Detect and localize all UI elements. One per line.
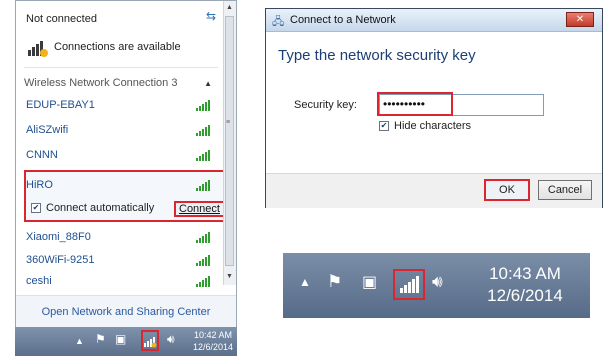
network-item[interactable]: EDUP-EBAY1	[24, 95, 216, 115]
scroll-down-icon[interactable]: ▼	[226, 273, 233, 280]
show-hidden-icons-icon[interactable]: ▲	[75, 336, 84, 346]
volume-icon[interactable]: 🔊︎	[432, 272, 443, 292]
connect-automatically-label: Connect automatically	[46, 202, 155, 214]
section-header-label: Wireless Network Connection 3	[24, 77, 178, 89]
network-item-selected[interactable]: HiRO	[24, 175, 216, 195]
volume-icon[interactable]: 🔊︎	[167, 332, 175, 347]
clock[interactable]: 10:43 AM 12/6/2014	[469, 263, 581, 307]
connect-button[interactable]: Connect	[174, 201, 225, 217]
network-item[interactable]: AliSZwifi	[24, 120, 216, 140]
clock-time: 10:42 AM	[193, 330, 233, 340]
connect-automatically-checkbox[interactable]: ✔	[31, 203, 41, 213]
signal-strength-icon	[196, 124, 210, 136]
network-tray-icon[interactable]	[143, 334, 157, 348]
open-network-sharing-center-link[interactable]: Open Network and Sharing Center	[16, 295, 236, 327]
dialog-title: Connect to a Network	[290, 14, 396, 26]
signal-strength-icon	[196, 254, 210, 266]
hide-characters-checkbox[interactable]: ✔	[379, 121, 389, 131]
divider	[24, 67, 218, 68]
security-key-label: Security key:	[294, 99, 357, 111]
taskbar: ▲ ⚑ ▣ 🔊︎ 10:42 AM 12/6/2014	[15, 327, 237, 356]
connection-status: Not connected	[26, 13, 97, 25]
network-item[interactable]: ceshi	[24, 273, 216, 289]
clock-date: 12/6/2014	[193, 342, 234, 352]
clock[interactable]: 10:42 AM 12/6/2014	[193, 329, 233, 353]
scroll-thumb[interactable]	[225, 16, 234, 266]
section-header[interactable]: Wireless Network Connection 3 ▲	[24, 74, 214, 92]
network-dialog-icon: 🖧︎	[272, 16, 285, 28]
security-key-value: ••••••••••	[383, 97, 426, 111]
network-name: HiRO	[26, 179, 53, 191]
network-name: EDUP-EBAY1	[26, 99, 95, 111]
scrollbar[interactable]: ▲ ≡ ▼	[223, 1, 236, 285]
ok-button[interactable]: OK	[484, 179, 530, 201]
hide-characters-row: ✔ Hide characters	[379, 120, 471, 132]
show-hidden-icons-icon[interactable]: ▲	[299, 275, 311, 289]
network-tray-highlight[interactable]	[393, 269, 425, 300]
signal-strength-icon	[196, 99, 210, 111]
close-button[interactable]: ✕	[566, 12, 594, 27]
network-name: ceshi	[26, 275, 52, 287]
dialog-titlebar[interactable]: 🖧︎ Connect to a Network ✕	[266, 9, 602, 32]
power-icon[interactable]: ▣	[362, 272, 377, 292]
wireless-flyout: Not connected ⇆ Connections are availabl…	[15, 0, 237, 327]
collapse-icon[interactable]: ▲	[204, 79, 212, 88]
network-item[interactable]: 360WiFi-9251	[24, 250, 216, 270]
cancel-button[interactable]: Cancel	[538, 180, 592, 200]
security-key-input[interactable]: ••••••••••	[377, 92, 544, 116]
network-name: 360WiFi-9251	[26, 254, 95, 266]
network-name: AliSZwifi	[26, 124, 69, 136]
action-center-flag-icon[interactable]: ⚑	[327, 272, 342, 292]
signal-strength-icon	[196, 179, 210, 191]
scroll-up-icon[interactable]: ▲	[226, 4, 233, 11]
network-item[interactable]: CNNN	[24, 145, 216, 165]
connect-automatically-row: ✔ Connect automatically	[31, 202, 154, 214]
clock-date: 12/6/2014	[487, 286, 563, 305]
action-center-flag-icon[interactable]: ⚑	[95, 332, 106, 346]
connections-available-row: Connections are available	[26, 34, 181, 60]
signal-strength-icon	[196, 275, 210, 287]
connect-to-network-dialog: 🖧︎ Connect to a Network ✕ Type the netwo…	[265, 8, 603, 208]
network-name: Xiaomi_88F0	[26, 231, 91, 243]
signal-strength-icon	[196, 149, 210, 161]
clock-time: 10:43 AM	[489, 264, 561, 283]
signal-strength-icon	[196, 231, 210, 243]
dialog-footer: OK Cancel	[266, 173, 602, 208]
scroll-grip-icon: ≡	[226, 119, 231, 126]
taskbar-tray-enlarged: ▲ ⚑ ▣ 🔊︎ 10:43 AM 12/6/2014	[283, 253, 590, 318]
hide-characters-label: Hide characters	[394, 120, 472, 132]
network-available-icon	[28, 41, 48, 57]
power-icon[interactable]: ▣	[115, 332, 126, 346]
refresh-icon[interactable]: ⇆	[206, 9, 216, 23]
dialog-heading: Type the network security key	[278, 47, 476, 64]
network-tray-highlight[interactable]	[141, 330, 159, 351]
network-name: CNNN	[26, 149, 58, 161]
network-item[interactable]: Xiaomi_88F0	[24, 227, 216, 247]
connections-available-label: Connections are available	[54, 41, 181, 53]
network-tray-icon[interactable]	[398, 275, 420, 295]
selected-network-highlight[interactable]: HiRO ✔ Connect automatically Connect	[24, 170, 235, 222]
